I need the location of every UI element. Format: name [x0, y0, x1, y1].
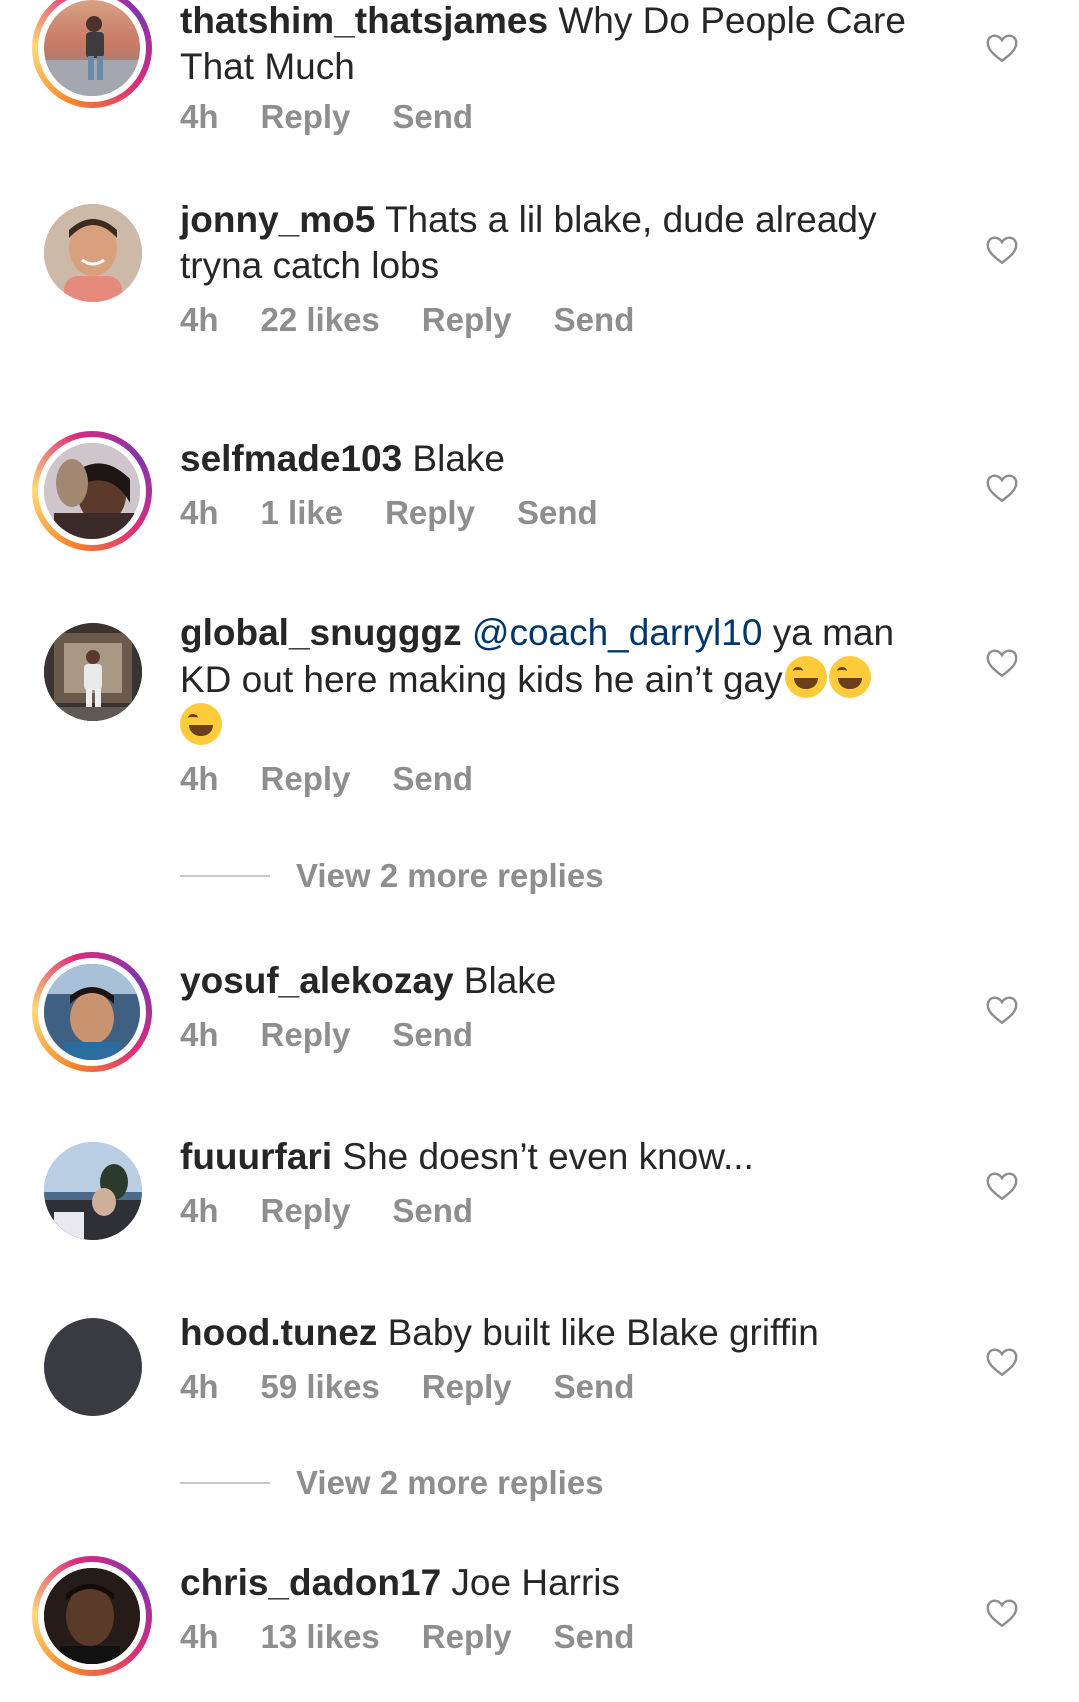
comment-text: Why Do People Care [548, 0, 906, 41]
comment-text: Blake [402, 438, 505, 479]
avatar[interactable] [32, 0, 152, 108]
comment-username[interactable]: jonny_mo5 [180, 199, 375, 240]
comment-time: 4h [180, 1368, 219, 1405]
comment-time: 4h [180, 98, 219, 135]
mention-link[interactable]: @coach_darryl10 [472, 612, 763, 653]
view-more-replies-label: View 2 more replies [296, 1464, 604, 1501]
comment-username[interactable]: fuuurfari [180, 1136, 332, 1177]
likes-count[interactable]: 1 like [261, 494, 344, 531]
reply-button[interactable]: Reply [385, 494, 475, 531]
avatar[interactable] [32, 1306, 152, 1426]
comment-time: 4h [180, 494, 219, 531]
comment-time: 4h [180, 1192, 219, 1229]
likes-count[interactable]: 22 likes [261, 301, 380, 338]
comment-text-continued: tryna catch lobs [180, 245, 440, 286]
likes-count[interactable]: 59 likes [261, 1368, 380, 1405]
face-with-tears-of-joy-icon [784, 656, 827, 698]
comment-text-continued: That Much [180, 46, 355, 87]
comment-time: 4h [180, 760, 219, 797]
comment-username[interactable]: hood.tunez [180, 1312, 377, 1353]
avatar[interactable] [32, 431, 152, 551]
comment-time: 4h [180, 1618, 219, 1655]
comment-text: She doesn’t even know... [332, 1136, 754, 1177]
comment-time: 4h [180, 301, 219, 338]
reply-button[interactable]: Reply [422, 1618, 512, 1655]
comment-text: ya man [762, 612, 895, 653]
face-with-tears-of-joy-icon [828, 656, 871, 698]
heart-outline-icon[interactable] [984, 1595, 1020, 1631]
comment-text-continued: KD out here making kids he ain’t gay [180, 659, 783, 700]
comment-username[interactable]: selfmade103 [180, 438, 402, 479]
heart-outline-icon[interactable] [984, 645, 1020, 681]
reply-button[interactable]: Reply [422, 1368, 512, 1405]
heart-outline-icon[interactable] [984, 232, 1020, 268]
reply-button[interactable]: Reply [261, 1016, 351, 1053]
avatar[interactable] [32, 611, 152, 731]
avatar[interactable] [32, 1130, 152, 1250]
comment-text: Thats a lil blake, dude already [375, 199, 877, 240]
view-more-replies-button[interactable]: View 2 more replies [180, 1464, 604, 1502]
view-more-replies-label: View 2 more replies [296, 857, 604, 894]
comment-username[interactable]: thatshim_thatsjames [180, 0, 548, 41]
reply-button[interactable]: Reply [261, 1192, 351, 1229]
heart-outline-icon[interactable] [984, 992, 1020, 1028]
heart-outline-icon[interactable] [984, 1344, 1020, 1380]
face-with-tears-of-joy-icon [180, 703, 222, 745]
likes-count[interactable]: 13 likes [261, 1618, 380, 1655]
comment-text: Joe Harris [441, 1562, 621, 1603]
reply-button[interactable]: Reply [261, 760, 351, 797]
comment-time: 4h [180, 1016, 219, 1053]
divider [180, 875, 270, 877]
reply-button[interactable]: Reply [261, 98, 351, 135]
heart-outline-icon[interactable] [984, 470, 1020, 506]
send-button[interactable]: Send [554, 301, 635, 338]
reply-button[interactable]: Reply [422, 301, 512, 338]
send-button[interactable]: Send [554, 1368, 635, 1405]
view-more-replies-button[interactable]: View 2 more replies [180, 857, 604, 895]
send-button[interactable]: Send [392, 1192, 473, 1229]
heart-outline-icon[interactable] [984, 30, 1020, 66]
send-button[interactable]: Send [554, 1618, 635, 1655]
comment-username[interactable]: yosuf_alekozay [180, 960, 454, 1001]
comment-text: Blake [453, 960, 557, 1001]
send-button[interactable]: Send [392, 760, 473, 797]
comment-text: Baby built like Blake griffin [377, 1312, 819, 1353]
comment-username[interactable]: global_snugggz [180, 612, 462, 653]
divider [180, 1482, 270, 1484]
avatar[interactable] [32, 192, 152, 312]
avatar[interactable] [32, 952, 152, 1072]
send-button[interactable]: Send [517, 494, 598, 531]
send-button[interactable]: Send [392, 98, 473, 135]
avatar[interactable] [32, 1556, 152, 1676]
send-button[interactable]: Send [392, 1016, 473, 1053]
heart-outline-icon[interactable] [984, 1168, 1020, 1204]
comment-username[interactable]: chris_dadon17 [180, 1562, 441, 1603]
